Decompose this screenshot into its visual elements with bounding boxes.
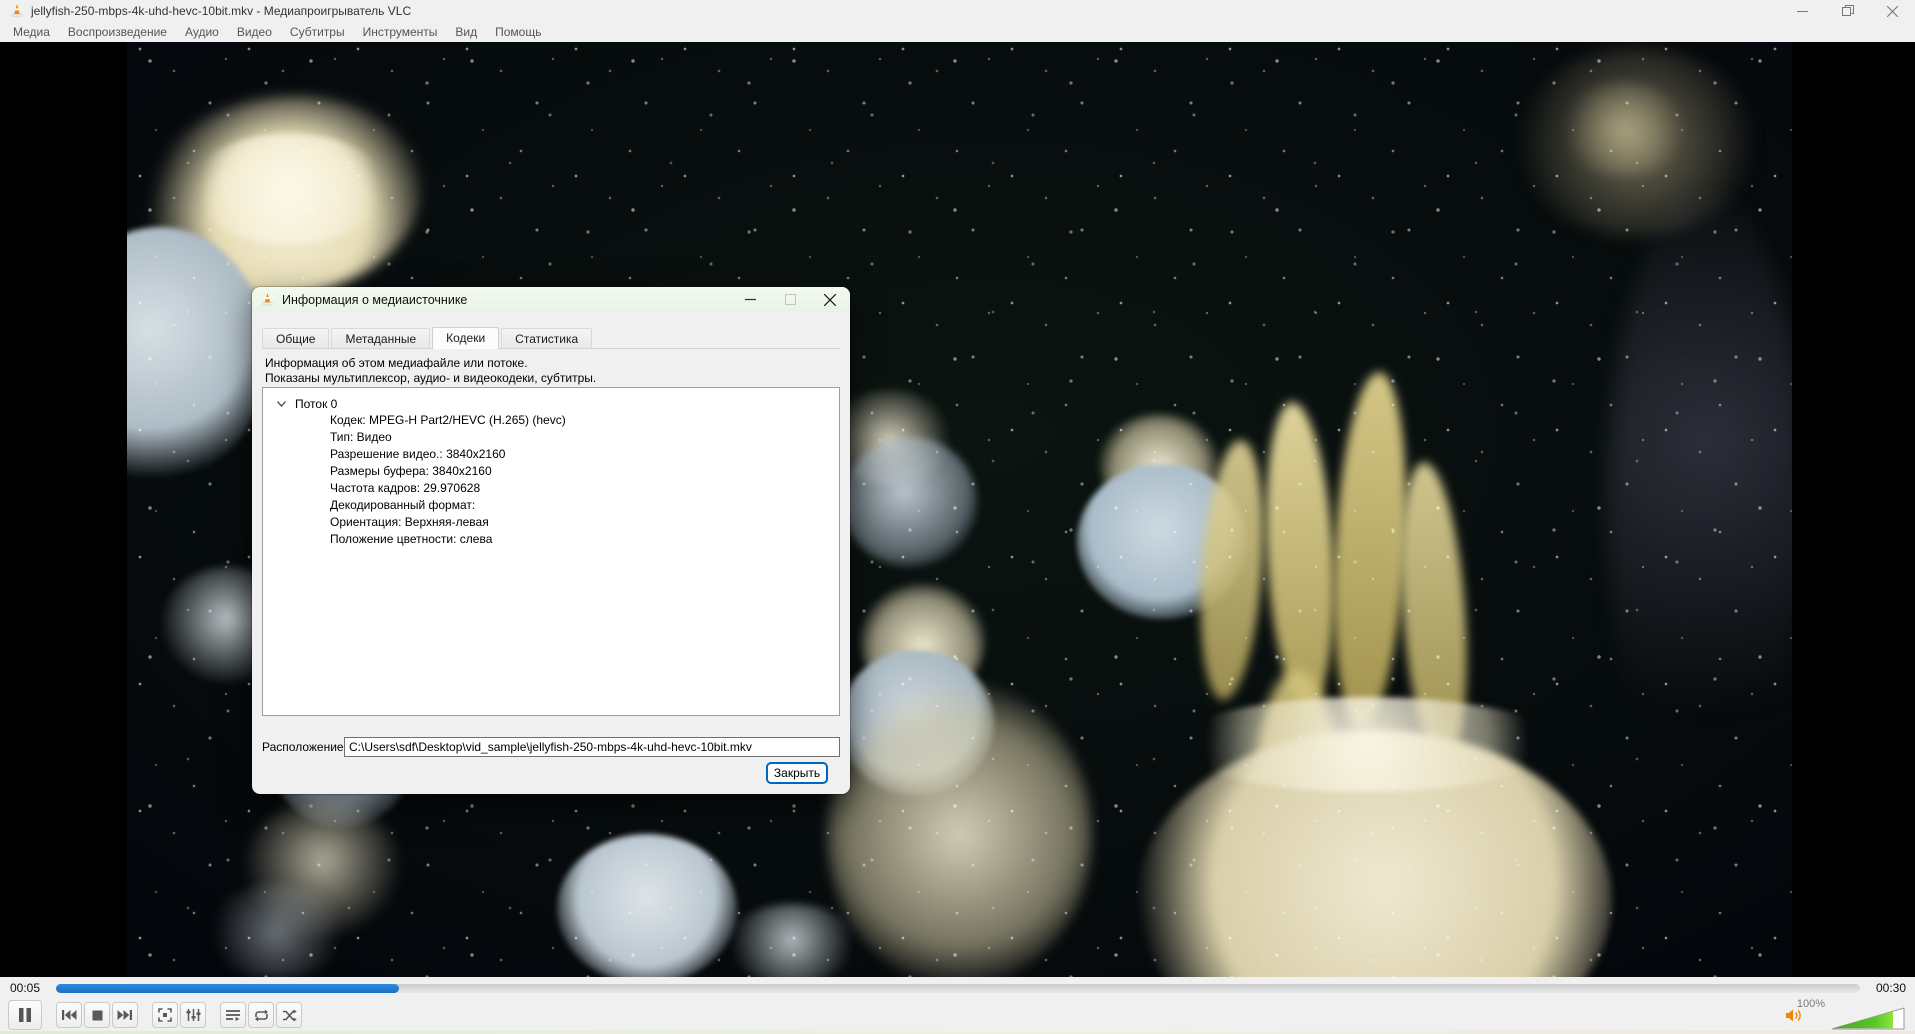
seek-slider[interactable] (56, 983, 1860, 993)
tab-metadata[interactable]: Метаданные (331, 328, 431, 348)
loop-button[interactable] (248, 1002, 274, 1028)
minimize-icon (744, 298, 756, 301)
window-title: jellyfish-250-mbps-4k-uhd-hevc-10bit.mkv… (31, 4, 412, 18)
chevron-down-icon[interactable] (277, 400, 286, 407)
tree-node-label: Поток 0 (295, 396, 338, 411)
next-button[interactable] (112, 1002, 138, 1028)
description-line-2: Показаны мультиплексор, аудио- и видеоко… (265, 371, 597, 385)
menu-playback[interactable]: Воспроизведение (59, 23, 176, 41)
menu-help[interactable]: Помощь (486, 23, 550, 41)
shuffle-button[interactable] (276, 1002, 302, 1028)
dialog-close-button[interactable] (810, 287, 850, 312)
total-time: 00:30 (1875, 981, 1906, 995)
volume-percent-label: 100% (1796, 998, 1825, 1010)
tab-statistics[interactable]: Статистика (501, 328, 593, 348)
pause-button[interactable] (8, 1000, 42, 1030)
seek-fill (56, 983, 399, 993)
media-info-dialog: Информация о медиаисточнике Общие Метада… (252, 287, 850, 794)
pause-icon (19, 1008, 31, 1022)
playlist-icon (226, 1009, 240, 1021)
minimize-button[interactable] (1780, 0, 1825, 22)
stop-button[interactable] (84, 1002, 110, 1028)
minimize-icon (1797, 10, 1808, 12)
codec-tree[interactable]: Поток 0 Кодек: MPEG-H Part2/HEVC (H.265)… (262, 387, 840, 716)
volume-cluster: 100% (1727, 997, 1907, 1031)
vlc-cone-icon (262, 292, 273, 306)
restore-button[interactable] (1825, 0, 1870, 22)
menu-media[interactable]: Медиа (4, 23, 59, 41)
location-label: Расположение: (262, 740, 347, 754)
player-controls-bar: 00:05 00:30 100% (0, 977, 1915, 1034)
dialog-controls (730, 287, 850, 312)
dialog-maximize-button (770, 287, 810, 312)
window-controls (1780, 0, 1915, 22)
menu-subtitles[interactable]: Субтитры (281, 23, 354, 41)
dialog-description: Информация об этом медиафайле или потоке… (265, 356, 596, 386)
previous-button[interactable] (56, 1002, 82, 1028)
menu-tools[interactable]: Инструменты (354, 23, 447, 41)
playlist-button[interactable] (220, 1002, 246, 1028)
vlc-cone-icon (11, 4, 23, 18)
dialog-close-action-button[interactable]: Закрыть (766, 762, 828, 784)
volume-slider[interactable] (1831, 1007, 1905, 1030)
skip-back-icon (62, 1010, 77, 1020)
fullscreen-button[interactable] (152, 1002, 178, 1028)
description-line-1: Информация об этом медиафайле или потоке… (265, 356, 528, 370)
location-row: Расположение: (262, 737, 840, 757)
tree-item-type[interactable]: Тип: Видео (330, 429, 839, 446)
tree-item-framerate[interactable]: Частота кадров: 29.970628 (330, 480, 839, 497)
tree-node-stream0[interactable]: Поток 0 (277, 395, 839, 412)
loop-icon (254, 1009, 268, 1021)
stop-icon (92, 1010, 102, 1020)
app-titlebar: jellyfish-250-mbps-4k-uhd-hevc-10bit.mkv… (0, 0, 1915, 22)
location-input[interactable] (344, 737, 840, 757)
vlc-window: jellyfish-250-mbps-4k-uhd-hevc-10bit.mkv… (0, 0, 1915, 1034)
elapsed-time: 00:05 (10, 981, 41, 995)
tree-item-decoded-format[interactable]: Декодированный формат: (330, 497, 839, 514)
speaker-icon (1786, 1009, 1801, 1022)
close-icon (1887, 5, 1898, 17)
dialog-title: Информация о медиаисточнике (282, 292, 468, 307)
tab-codecs[interactable]: Кодеки (432, 327, 500, 349)
tree-item-buffer[interactable]: Размеры буфера: 3840x2160 (330, 463, 839, 480)
menu-bar: Медиа Воспроизведение Аудио Видео Субтит… (0, 22, 1915, 42)
transport-buttons (8, 1000, 304, 1030)
menu-video[interactable]: Видео (228, 23, 281, 41)
tree-item-chroma-location[interactable]: Положение цветности: слева (330, 531, 839, 548)
extended-settings-button[interactable] (180, 1002, 206, 1028)
equalizer-sliders-icon (186, 1009, 200, 1021)
close-button[interactable] (1870, 0, 1915, 22)
maximize-icon (784, 294, 796, 305)
tab-general[interactable]: Общие (262, 328, 330, 348)
dialog-minimize-button[interactable] (730, 287, 770, 312)
dialog-titlebar[interactable]: Информация о медиаисточнике (252, 287, 850, 312)
menu-view[interactable]: Вид (446, 23, 486, 41)
shuffle-icon (282, 1009, 297, 1021)
close-icon (824, 293, 836, 306)
skip-forward-icon (117, 1010, 132, 1020)
menu-audio[interactable]: Аудио (176, 23, 228, 41)
tree-item-resolution[interactable]: Разрешение видео.: 3840x2160 (330, 446, 839, 463)
fullscreen-icon (158, 1008, 172, 1022)
dialog-tabbar: Общие Метаданные Кодеки Статистика (262, 327, 840, 349)
tree-item-codec[interactable]: Кодек: MPEG-H Part2/HEVC (H.265) (hevc) (330, 412, 839, 429)
seek-row: 00:05 00:30 (0, 979, 1915, 997)
tree-item-orientation[interactable]: Ориентация: Верхняя-левая (330, 514, 839, 531)
restore-icon (1841, 5, 1854, 16)
